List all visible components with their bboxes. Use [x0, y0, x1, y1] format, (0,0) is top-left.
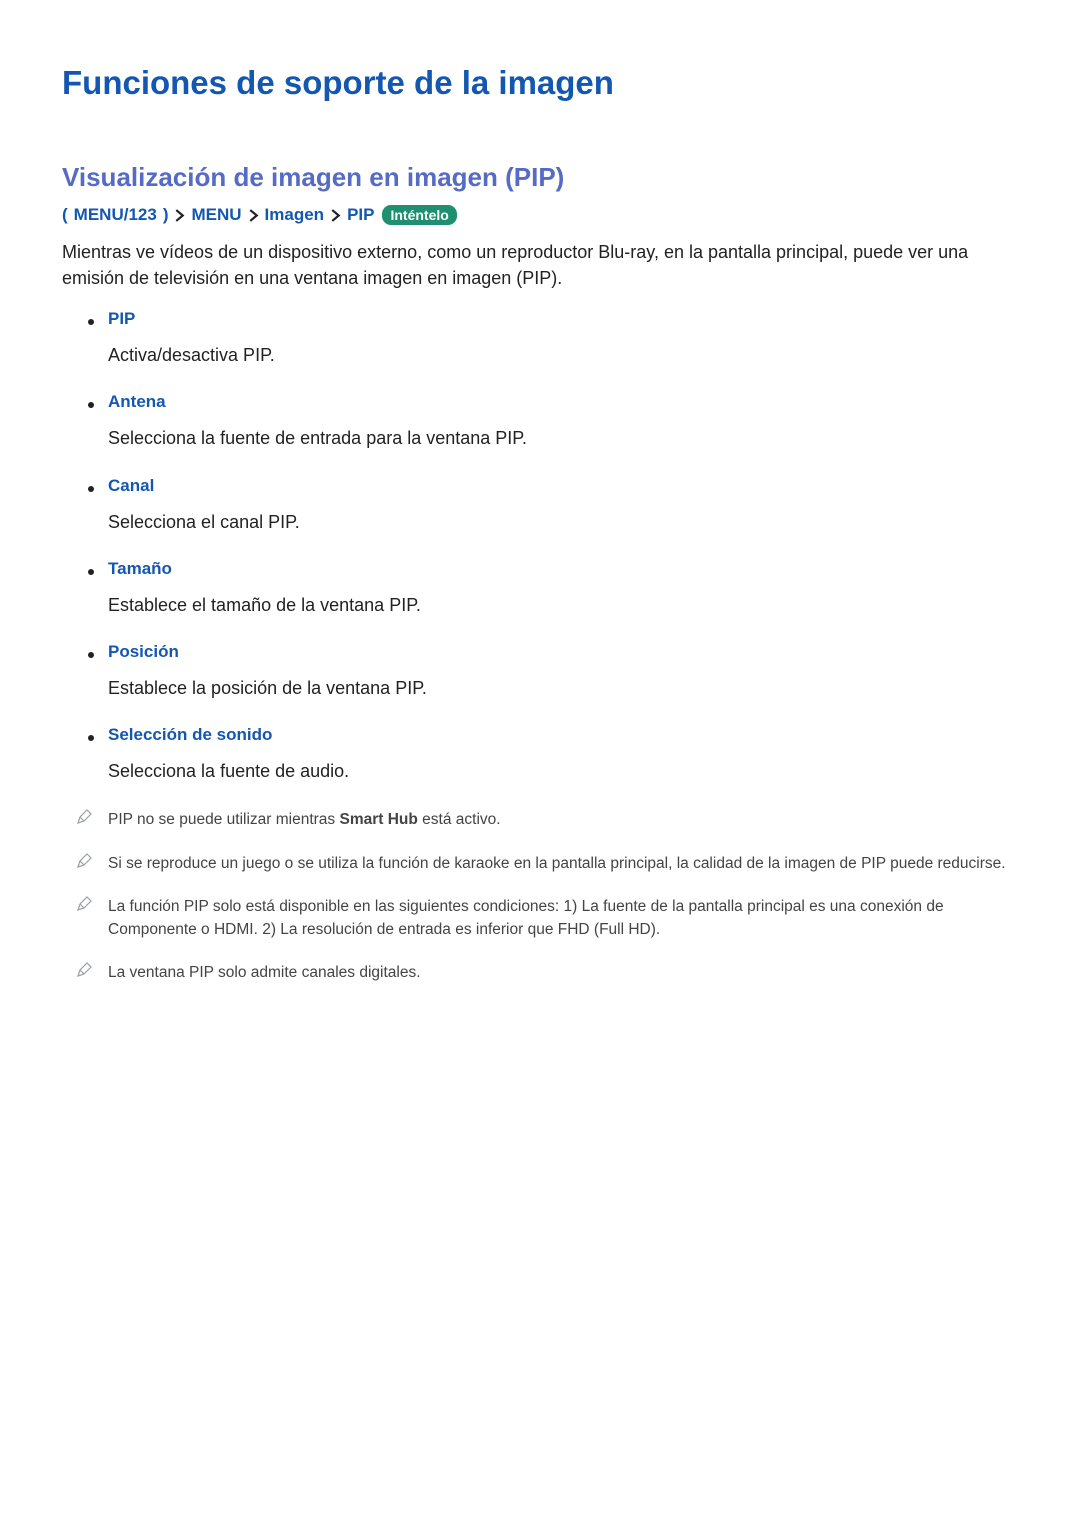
chevron-right-icon: [330, 209, 341, 222]
feature-desc: Establece la posición de la ventana PIP.: [108, 678, 427, 698]
breadcrumb-step-3: Imagen: [265, 205, 325, 225]
list-item: Antena Selecciona la fuente de entrada p…: [62, 392, 1018, 451]
feature-title: Posición: [108, 642, 1018, 662]
feature-title: PIP: [108, 309, 1018, 329]
page-title: Funciones de soporte de la imagen: [62, 64, 1018, 102]
note-list: PIP no se puede utilizar mientras Smart …: [62, 808, 1018, 984]
try-now-button[interactable]: Inténtelo: [382, 205, 456, 225]
feature-desc: Selecciona la fuente de audio.: [108, 761, 349, 781]
note-text: La ventana PIP solo admite canales digit…: [108, 964, 421, 981]
breadcrumb: ( MENU/123) MENU Imagen PIP Inténtelo: [62, 205, 1018, 225]
list-item: Posición Establece la posición de la ven…: [62, 642, 1018, 701]
feature-desc: Selecciona la fuente de entrada para la …: [108, 428, 527, 448]
breadcrumb-step-1: MENU/123: [74, 205, 157, 225]
feature-desc: Establece el tamaño de la ventana PIP.: [108, 595, 421, 615]
intro-paragraph: Mientras ve vídeos de un dispositivo ext…: [62, 239, 1018, 291]
section-title: Visualización de imagen en imagen (PIP): [62, 162, 1018, 193]
pencil-icon: [76, 962, 92, 978]
breadcrumb-paren-close: ): [163, 205, 169, 225]
feature-title: Antena: [108, 392, 1018, 412]
feature-title: Tamaño: [108, 559, 1018, 579]
note-text: La función PIP solo está disponible en l…: [108, 898, 944, 938]
note-item: La función PIP solo está disponible en l…: [62, 895, 1018, 942]
chevron-right-icon: [174, 209, 185, 222]
chevron-right-icon: [248, 209, 259, 222]
feature-desc: Selecciona el canal PIP.: [108, 512, 300, 532]
breadcrumb-paren-open: (: [62, 205, 68, 225]
page-manual: Funciones de soporte de la imagen Visual…: [0, 0, 1080, 1527]
feature-desc: Activa/desactiva PIP.: [108, 345, 275, 365]
list-item: PIP Activa/desactiva PIP.: [62, 309, 1018, 368]
note-item: Si se reproduce un juego o se utiliza la…: [62, 852, 1018, 875]
feature-title: Canal: [108, 476, 1018, 496]
pencil-icon: [76, 896, 92, 912]
breadcrumb-step-2: MENU: [191, 205, 241, 225]
note-item: La ventana PIP solo admite canales digit…: [62, 961, 1018, 984]
feature-title: Selección de sonido: [108, 725, 1018, 745]
list-item: Tamaño Establece el tamaño de la ventana…: [62, 559, 1018, 618]
pencil-icon: [76, 853, 92, 869]
note-text: PIP no se puede utilizar mientras Smart …: [108, 811, 501, 828]
list-item: Canal Selecciona el canal PIP.: [62, 476, 1018, 535]
note-text: Si se reproduce un juego o se utiliza la…: [108, 855, 1006, 872]
list-item: Selección de sonido Selecciona la fuente…: [62, 725, 1018, 784]
note-item: PIP no se puede utilizar mientras Smart …: [62, 808, 1018, 831]
breadcrumb-step-4: PIP: [347, 205, 374, 225]
feature-list: PIP Activa/desactiva PIP. Antena Selecci…: [62, 309, 1018, 784]
pencil-icon: [76, 809, 92, 825]
